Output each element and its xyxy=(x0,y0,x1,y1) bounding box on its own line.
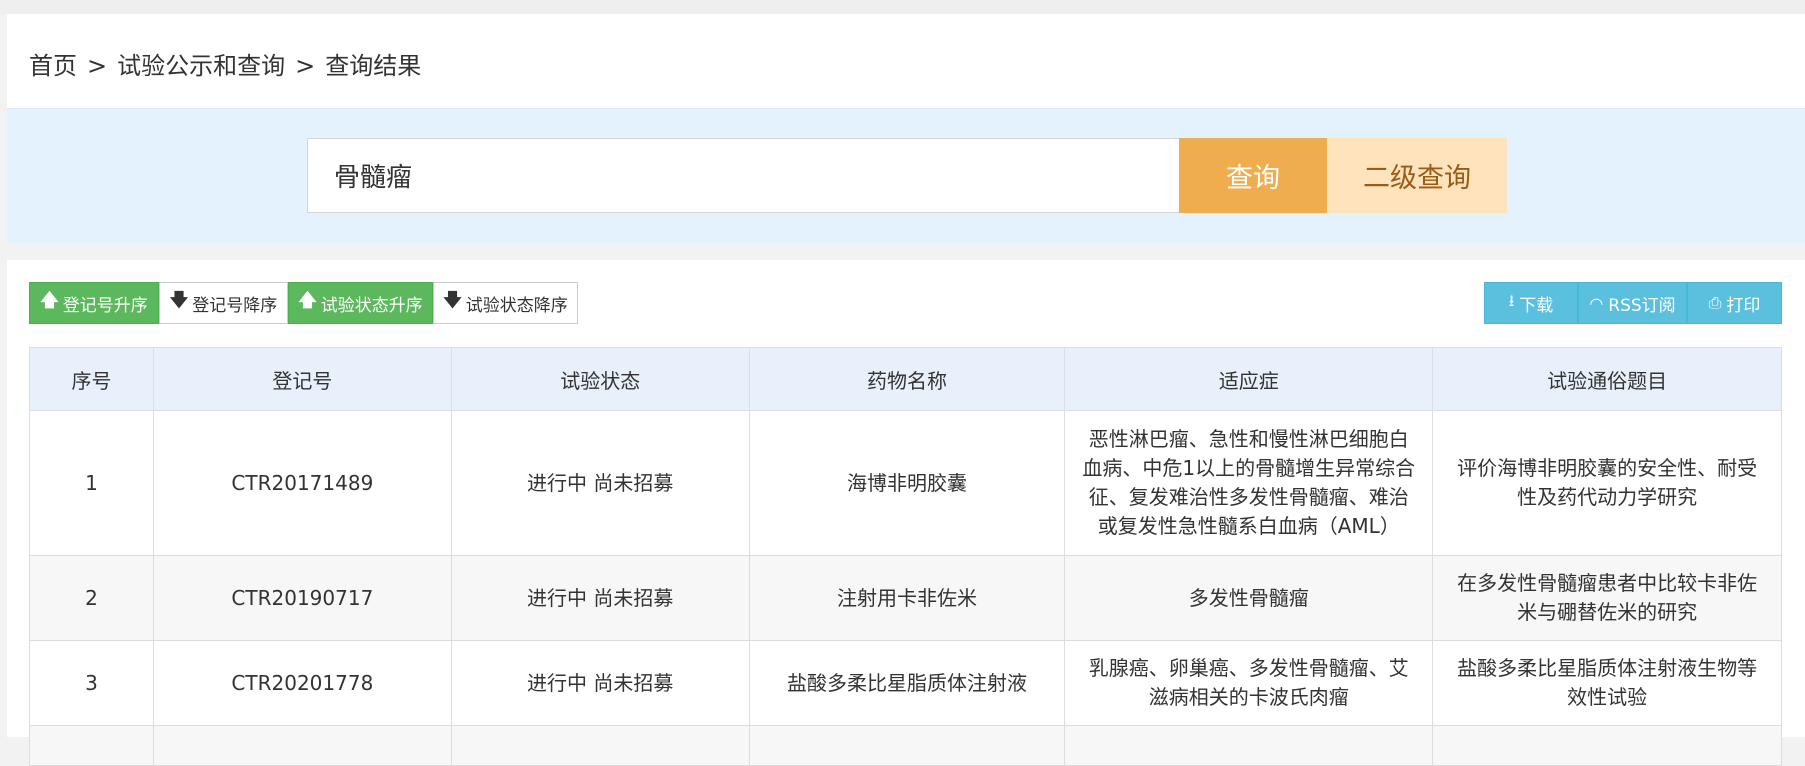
download-icon: ⭳ xyxy=(1508,290,1515,310)
sort-regno-desc-button[interactable]: 🡇 登记号降序 xyxy=(159,282,288,324)
rss-subscribe-button[interactable]: ◠ RSS订阅 xyxy=(1578,282,1687,324)
cell-empty xyxy=(1432,725,1782,766)
secondary-query-button[interactable]: 二级查询 xyxy=(1327,138,1507,213)
table-row[interactable]: 2 CTR20190717 进行中 尚未招募 注射用卡非佐米 多发性骨髓瘤 在多… xyxy=(29,555,1782,641)
cell-reg-no[interactable]: CTR20190717 xyxy=(152,555,452,641)
arrow-up-icon: 🡅 xyxy=(298,290,317,311)
cell-empty xyxy=(450,725,750,766)
search-panel: 查询 二级查询 xyxy=(7,108,1805,243)
cell-title: 评价海博非明胶囊的安全性、耐受性及药代动力学研究 xyxy=(1432,410,1782,556)
cell-status: 进行中 尚未招募 xyxy=(450,410,750,556)
cell-indication: 乳腺癌、卵巢癌、多发性骨髓瘤、艾滋病相关的卡波氏肉瘤 xyxy=(1064,640,1434,726)
cell-index: 2 xyxy=(29,555,154,641)
cell-title: 盐酸多柔比星脂质体注射液生物等效性试验 xyxy=(1432,640,1782,726)
breadcrumb: 首页 > 试验公示和查询 > 查询结果 xyxy=(29,46,421,81)
table-row[interactable]: 3 CTR20201778 进行中 尚未招募 盐酸多柔比星脂质体注射液 乳腺癌、… xyxy=(29,640,1782,726)
sort-regno-asc-button[interactable]: 🡅 登记号升序 xyxy=(29,282,159,324)
sort-status-desc-label: 试验状态降序 xyxy=(465,295,568,316)
rss-subscribe-label: RSS订阅 xyxy=(1608,295,1676,316)
cell-indication: 恶性淋巴瘤、急性和慢性淋巴细胞白血病、中危1以上的骨髓增生异常综合征、复发难治性… xyxy=(1064,410,1434,556)
header-indication: 适应症 xyxy=(1064,347,1434,411)
download-label: 下载 xyxy=(1519,295,1554,316)
cell-indication: 多发性骨髓瘤 xyxy=(1064,555,1434,641)
print-label: 打印 xyxy=(1726,295,1761,316)
sort-regno-asc-label: 登记号升序 xyxy=(62,295,148,316)
cell-index: 3 xyxy=(29,640,154,726)
cell-reg-no[interactable]: CTR20171489 xyxy=(152,410,452,556)
cell-empty xyxy=(29,725,154,766)
breadcrumb-trial-query[interactable]: 试验公示和查询 xyxy=(117,52,285,80)
arrow-up-icon: 🡅 xyxy=(40,290,59,311)
results-table: 序号 登记号 试验状态 药物名称 适应症 试验通俗题目 1 CTR2017148… xyxy=(29,347,1782,766)
table-row[interactable]: 1 CTR20171489 进行中 尚未招募 海博非明胶囊 恶性淋巴瘤、急性和慢… xyxy=(29,410,1782,556)
breadcrumb-separator: > xyxy=(87,52,108,80)
cell-reg-no[interactable]: CTR20201778 xyxy=(152,640,452,726)
cell-title: 在多发性骨髓瘤患者中比较卡非佐米与硼替佐米的研究 xyxy=(1432,555,1782,641)
breadcrumb-results: 查询结果 xyxy=(325,52,422,80)
top-strip xyxy=(0,0,1805,14)
sort-status-asc-button[interactable]: 🡅 试验状态升序 xyxy=(288,282,433,324)
sort-button-group: 🡅 登记号升序 🡇 登记号降序 🡅 试验状态升序 🡇 试验状态降序 xyxy=(29,282,578,324)
sort-regno-desc-label: 登记号降序 xyxy=(192,295,278,316)
cell-empty xyxy=(1064,725,1434,766)
header-reg-no: 登记号 xyxy=(152,347,452,411)
arrow-down-icon: 🡇 xyxy=(443,290,462,311)
cell-status: 进行中 尚未招募 xyxy=(450,555,750,641)
table-row-partial xyxy=(29,725,1782,766)
download-button[interactable]: ⭳ 下载 xyxy=(1484,282,1578,324)
cell-status: 进行中 尚未招募 xyxy=(450,640,750,726)
arrow-down-icon: 🡇 xyxy=(169,290,189,311)
search-input[interactable] xyxy=(307,138,1187,213)
header-title: 试验通俗题目 xyxy=(1432,347,1782,411)
header-index: 序号 xyxy=(29,347,154,411)
cell-drug: 注射用卡非佐米 xyxy=(748,555,1066,641)
table-header-row: 序号 登记号 试验状态 药物名称 适应症 试验通俗题目 xyxy=(29,347,1782,411)
results-panel: 🡅 登记号升序 🡇 登记号降序 🡅 试验状态升序 🡇 试验状态降序 ⭳ 下载 ◠… xyxy=(7,260,1805,766)
print-button[interactable]: ⎙ 打印 xyxy=(1687,282,1782,324)
cell-empty xyxy=(152,725,452,766)
breadcrumb-separator: > xyxy=(295,52,316,80)
cell-empty xyxy=(748,725,1066,766)
cell-drug: 海博非明胶囊 xyxy=(748,410,1066,556)
header-status: 试验状态 xyxy=(450,347,750,411)
query-button[interactable]: 查询 xyxy=(1179,138,1327,213)
cell-drug: 盐酸多柔比星脂质体注射液 xyxy=(748,640,1066,726)
breadcrumb-panel: 首页 > 试验公示和查询 > 查询结果 xyxy=(7,14,1805,108)
sort-status-asc-label: 试验状态升序 xyxy=(320,295,423,316)
print-icon: ⎙ xyxy=(1708,293,1722,312)
sort-status-desc-button[interactable]: 🡇 试验状态降序 xyxy=(433,282,578,324)
header-drug: 药物名称 xyxy=(748,347,1066,411)
action-button-group: ⭳ 下载 ◠ RSS订阅 ⎙ 打印 xyxy=(1484,282,1782,324)
breadcrumb-home[interactable]: 首页 xyxy=(29,52,77,80)
rss-icon: ◠ xyxy=(1589,293,1604,313)
cell-index: 1 xyxy=(29,410,154,556)
